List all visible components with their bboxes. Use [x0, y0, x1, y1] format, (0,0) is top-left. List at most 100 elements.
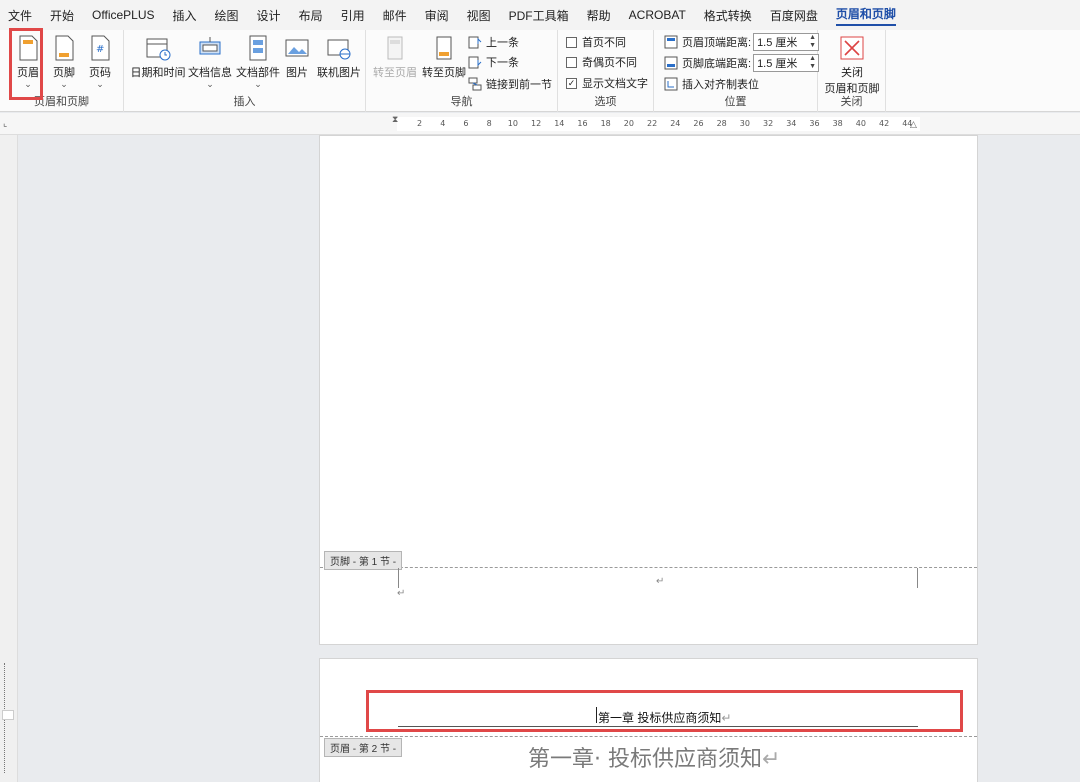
document-parts-icon — [245, 34, 271, 62]
ruler-tick: 6 — [463, 119, 469, 128]
ruler-tick: 10 — [507, 119, 518, 128]
paragraph-mark: ↵ — [656, 576, 665, 587]
left-margin-corner — [398, 568, 408, 588]
next-button[interactable]: 下一条 — [468, 52, 519, 72]
spin-arrows-icon[interactable]: ▲ ▼ — [809, 55, 816, 71]
tab-file[interactable]: 文件 — [8, 7, 32, 24]
tab-stop-icon[interactable]: ⌞ — [3, 118, 7, 129]
ruler-tick: 42 — [879, 119, 890, 128]
header-section-tag: 页眉 - 第 2 节 - — [324, 738, 403, 757]
show-document-text-label: 显示文档文字 — [582, 78, 648, 90]
checkbox-icon — [566, 36, 577, 48]
ruler-tick: 8 — [486, 119, 492, 128]
tab-review[interactable]: 审阅 — [425, 7, 449, 24]
docinfo-label: 文档信息 — [188, 67, 232, 79]
ruler-tick: 18 — [600, 119, 611, 128]
footer-bottom-distance: 页脚底端距离: 1.5 厘米 ▲ ▼ — [664, 53, 820, 73]
picture-button[interactable]: 图片 — [278, 34, 316, 80]
paragraph-mark: ↵ — [762, 747, 781, 772]
ruler-tick: 20 — [623, 119, 634, 128]
datetime-label: 日期和时间 — [130, 67, 186, 79]
tab-view[interactable]: 视图 — [467, 7, 491, 24]
tab-home[interactable]: 开始 — [50, 7, 74, 24]
goto-footer-button[interactable]: 转至页脚 — [418, 34, 470, 80]
horizontal-ruler: ⌞ ⧗ △ 2 4 6 8 10 12 14 16 18 20 22 24 26 28 30 32 34 36 38… — [0, 113, 1080, 135]
goto-header-icon — [382, 34, 408, 62]
group-label-close: 关闭 — [840, 96, 863, 108]
tab-baidu-netdisk[interactable]: 百度网盘 — [770, 7, 818, 24]
prev-button[interactable]: 上一条 — [468, 32, 519, 52]
page-number-button[interactable]: # 页码 ⌄ — [78, 34, 122, 89]
different-first-page-label: 首页不同 — [582, 37, 626, 49]
group-insert: 日期和时间 文档信息 ⌄ 文档部件 ⌄ 图片 联机图片 插入 — [124, 30, 366, 112]
header-top-input[interactable]: 1.5 厘米 ▲ ▼ — [753, 33, 820, 51]
tab-pdf-toolbox[interactable]: PDF工具箱 — [509, 7, 569, 24]
tab-layout[interactable]: 布局 — [299, 7, 323, 24]
tab-format-convert[interactable]: 格式转换 — [704, 7, 752, 24]
ribbon: 页眉 ⌄ 页脚 ⌄ # 页码 ⌄ 页眉和页脚 日期和时间 文档信息 ⌄ 文档部件… — [0, 30, 1080, 112]
tab-officeplus[interactable]: OfficePLUS — [92, 8, 154, 22]
different-odd-even-label: 奇偶页不同 — [582, 57, 637, 69]
tab-help[interactable]: 帮助 — [587, 7, 611, 24]
close-header-footer-button[interactable]: 关闭 页眉和页脚 — [822, 34, 882, 96]
ruler-tick: 12 — [531, 119, 542, 128]
tab-acrobat[interactable]: ACROBAT — [629, 8, 686, 22]
indent-marker-icon[interactable]: ⧗ — [392, 114, 398, 125]
datetime-button[interactable]: 日期和时间 — [130, 34, 186, 80]
ruler-tick: 26 — [693, 119, 704, 128]
chevron-down-icon: ⌄ — [254, 79, 262, 89]
header-top-label: 页眉顶端距离: — [682, 37, 752, 49]
header-boundary — [320, 736, 977, 737]
ruler-tick: 40 — [855, 119, 866, 128]
link-icon — [468, 77, 482, 91]
header-distance-icon — [664, 35, 678, 49]
different-odd-even-checkbox[interactable]: 奇偶页不同 — [566, 52, 637, 72]
svg-text:#: # — [96, 44, 104, 55]
show-document-text-checkbox[interactable]: ✓ 显示文档文字 — [566, 73, 648, 93]
close-label-line1: 关闭 — [841, 67, 863, 79]
link-previous-label: 链接到前一节 — [486, 79, 552, 91]
ruler-tick: 28 — [716, 119, 727, 128]
insert-align-tab-button[interactable]: 插入对齐制表位 — [664, 74, 759, 94]
footer-bottom-input[interactable]: 1.5 厘米 ▲ ▼ — [753, 54, 820, 72]
docinfo-button[interactable]: 文档信息 ⌄ — [186, 34, 234, 89]
tab-draw[interactable]: 绘图 — [215, 7, 239, 24]
goto-footer-icon — [431, 34, 457, 62]
group-label-insert: 插入 — [233, 96, 256, 108]
tab-insert[interactable]: 插入 — [173, 7, 197, 24]
menu-bar: 文件 开始 OfficePLUS 插入 绘图 设计 布局 引用 邮件 审阅 视图… — [0, 0, 1080, 30]
chapter-heading: 第一章· 投标供应商须知↵ — [528, 741, 780, 773]
ruler-tick: 34 — [786, 119, 797, 128]
tab-mailings[interactable]: 邮件 — [383, 7, 407, 24]
docparts-button[interactable]: 文档部件 ⌄ — [234, 34, 282, 89]
group-navigation: 转至页眉 转至页脚 上一条 下一条 链接到前一节 导航 — [366, 30, 558, 112]
goto-header-label: 转至页眉 — [373, 67, 417, 79]
goto-header-button[interactable]: 转至页眉 — [370, 34, 420, 80]
ruler-tick: 14 — [554, 119, 565, 128]
header-top-distance: 页眉顶端距离: 1.5 厘米 ▲ ▼ — [664, 32, 820, 52]
right-margin-corner — [917, 568, 927, 588]
group-label-navigation: 导航 — [450, 96, 473, 108]
online-picture-button[interactable]: 联机图片 — [316, 34, 362, 80]
tab-design[interactable]: 设计 — [257, 7, 281, 24]
docparts-label: 文档部件 — [236, 67, 280, 79]
group-label-options: 选项 — [594, 96, 617, 108]
vertical-ruler-margin — [2, 710, 14, 720]
page2-header-highlight — [366, 690, 963, 732]
spin-arrows-icon[interactable]: ▲ ▼ — [809, 34, 816, 50]
tab-references[interactable]: 引用 — [341, 7, 365, 24]
vertical-ruler — [0, 135, 18, 782]
checkbox-icon — [566, 56, 577, 68]
tab-header-footer[interactable]: 页眉和页脚 — [835, 5, 896, 26]
paragraph-mark: ↵ — [397, 588, 406, 599]
different-first-page-checkbox[interactable]: 首页不同 — [566, 32, 626, 52]
arrow-up-icon — [468, 35, 482, 49]
chapter-heading-text: 第一章· 投标供应商须知 — [528, 747, 762, 772]
ruler-tick: 22 — [647, 119, 658, 128]
ruler-tick: 24 — [670, 119, 681, 128]
ruler-tick: 44 — [902, 119, 913, 128]
link-previous-button[interactable]: 链接到前一节 — [468, 74, 552, 94]
ruler-tick: 32 — [763, 119, 774, 128]
ruler-tick: 36 — [809, 119, 820, 128]
group-label-position: 位置 — [724, 96, 747, 108]
